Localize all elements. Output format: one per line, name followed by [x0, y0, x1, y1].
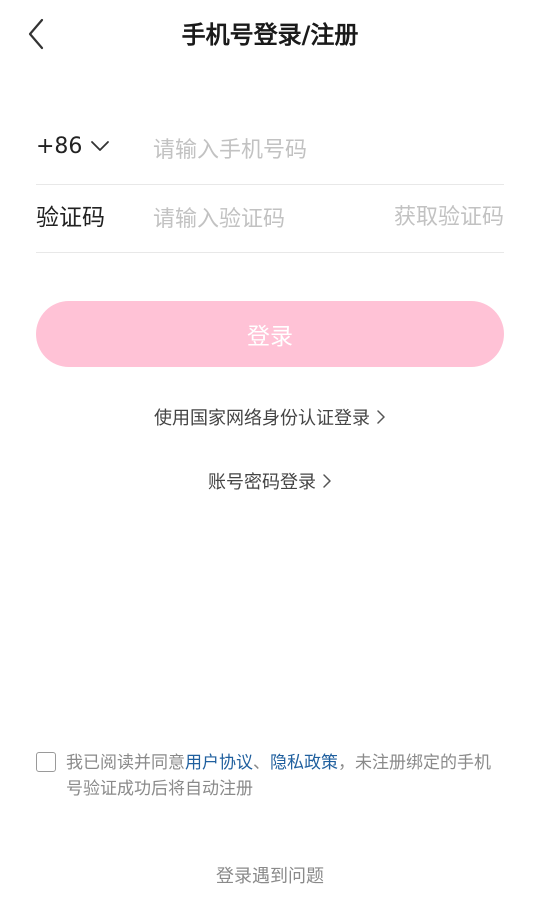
- header-bar: 手机号登录/注册: [0, 0, 540, 70]
- privacy-policy-link[interactable]: 隐私政策: [270, 753, 338, 773]
- password-login-link[interactable]: 账号密码登录: [0, 468, 540, 494]
- agreement-checkbox[interactable]: [36, 752, 56, 772]
- national-id-login-label: 使用国家网络身份认证登录: [154, 408, 370, 429]
- country-code-value: +86: [36, 133, 83, 159]
- password-login-label: 账号密码登录: [208, 472, 316, 493]
- chevron-down-icon: [90, 140, 110, 152]
- agreement-separator: 、: [253, 753, 270, 773]
- verification-code-label: 验证码: [36, 205, 105, 231]
- get-code-button[interactable]: 获取验证码: [394, 202, 504, 234]
- agreement-text: 我已阅读并同意用户协议、隐私政策，未注册绑定的手机号验证成功后将自动注册: [66, 750, 504, 802]
- chevron-right-icon: [322, 473, 332, 489]
- phone-number-input[interactable]: [153, 132, 493, 168]
- login-help-link[interactable]: 登录遇到问题: [0, 862, 540, 888]
- agreement-prefix: 我已阅读并同意: [66, 753, 185, 773]
- national-id-login-link[interactable]: 使用国家网络身份认证登录: [0, 404, 540, 430]
- country-code-selector[interactable]: +86: [36, 130, 110, 162]
- page-title: 手机号登录/注册: [181, 21, 359, 49]
- verification-code-row: 验证码 获取验证码: [36, 184, 504, 253]
- login-button[interactable]: 登录: [36, 301, 504, 367]
- phone-row: +86: [36, 116, 504, 185]
- verification-code-input[interactable]: [153, 201, 353, 237]
- user-agreement-link[interactable]: 用户协议: [185, 753, 253, 773]
- chevron-right-icon: [376, 409, 386, 425]
